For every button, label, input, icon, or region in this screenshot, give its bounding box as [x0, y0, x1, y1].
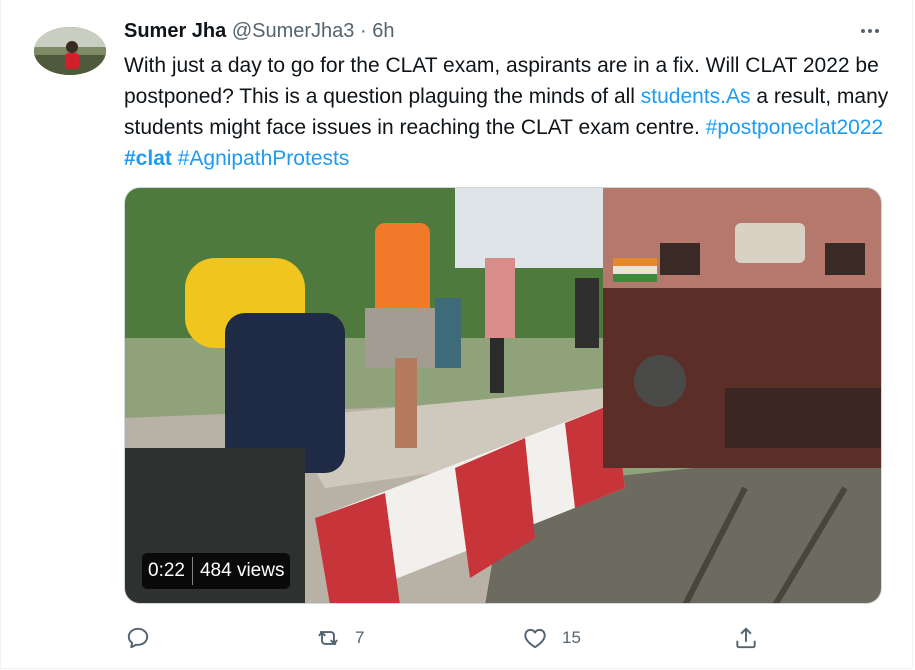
video-info-badge: 0:22 484 views	[142, 553, 291, 589]
reply-icon	[127, 627, 149, 649]
hashtag-agnipathprotests[interactable]: #AgnipathProtests	[178, 147, 350, 170]
video-player[interactable]	[124, 187, 882, 604]
tweet-text: With just a day to go for the CLAT exam,…	[124, 50, 894, 174]
heart-icon	[524, 628, 546, 649]
retweet-icon	[318, 631, 338, 645]
like-count: 15	[562, 628, 581, 647]
more-options-icon[interactable]	[857, 20, 883, 42]
retweet-count: 7	[355, 628, 365, 647]
avatar[interactable]	[34, 27, 106, 75]
retweet-button[interactable]: 7	[315, 620, 364, 656]
hashtag-postponeclat2022[interactable]: #postponeclat2022	[706, 116, 884, 139]
students-link[interactable]: students.As	[641, 85, 751, 108]
share-button[interactable]	[733, 620, 759, 656]
tweet-actions: 7 15	[1, 620, 914, 660]
author-handle[interactable]: @SumerJha3	[232, 20, 355, 42]
video-duration: 0:22	[148, 560, 185, 581]
video-thumbnail	[125, 188, 881, 603]
badge-divider	[191, 557, 193, 585]
author-name[interactable]: Sumer Jha	[124, 20, 226, 42]
avatar-image	[34, 27, 106, 75]
tweet-timestamp[interactable]: 6h	[372, 20, 394, 42]
header-separator: ·	[359, 20, 367, 42]
like-button[interactable]: 15	[522, 620, 581, 656]
hashtag-clat[interactable]: #clat	[124, 147, 172, 170]
tweet-card[interactable]: Sumer Jha @SumerJha3 · 6h With just a da…	[0, 0, 913, 669]
video-views: 484 views	[199, 560, 285, 581]
tweet-header: Sumer Jha @SumerJha3 · 6h	[124, 18, 394, 44]
reply-button[interactable]	[125, 620, 151, 656]
share-icon	[736, 627, 756, 649]
